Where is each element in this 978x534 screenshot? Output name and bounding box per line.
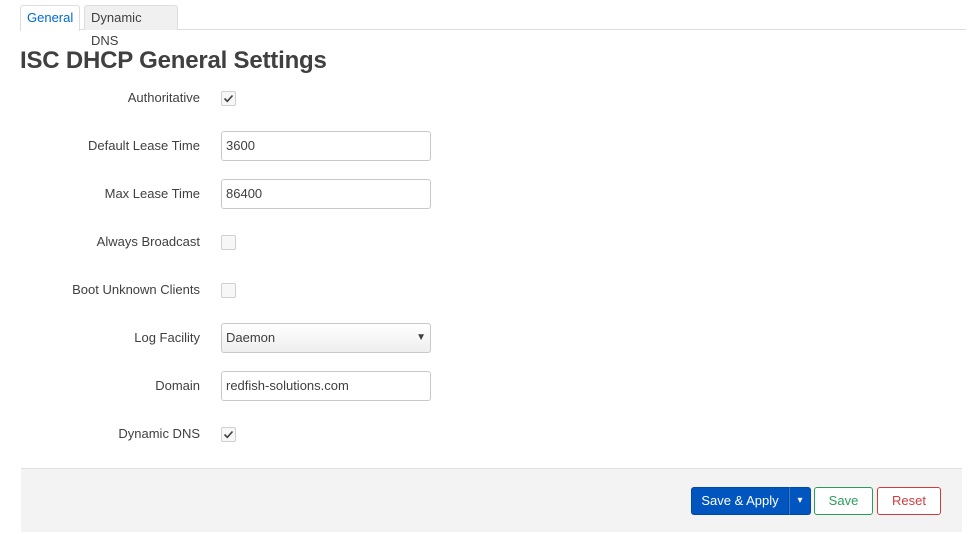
- max-lease-time-row: Max Lease Time 86400: [20, 179, 440, 209]
- checkmark-icon: [223, 430, 234, 439]
- boot-unknown-clients-row: Boot Unknown Clients: [20, 275, 440, 305]
- log-facility-label: Log Facility: [134, 330, 200, 345]
- domain-input[interactable]: redfish-solutions.com: [221, 371, 431, 401]
- always-broadcast-row: Always Broadcast: [20, 227, 440, 257]
- dynamic-dns-label: Dynamic DNS: [118, 426, 200, 441]
- log-facility-selected-value: Daemon: [226, 330, 276, 345]
- tab-bar: General Dynamic DNS: [20, 5, 966, 48]
- dynamic-dns-checkbox[interactable]: [221, 427, 236, 442]
- always-broadcast-checkbox[interactable]: [221, 235, 236, 250]
- domain-row: Domain redfish-solutions.com: [20, 371, 440, 401]
- page-title: ISC DHCP General Settings: [20, 47, 327, 74]
- default-lease-time-input[interactable]: 3600: [221, 131, 431, 161]
- always-broadcast-label: Always Broadcast: [96, 234, 200, 249]
- authoritative-row: Authoritative: [20, 83, 440, 113]
- save-button[interactable]: Save: [814, 487, 873, 515]
- tab-dynamic-dns[interactable]: Dynamic DNS: [84, 5, 178, 48]
- checkmark-icon: [223, 94, 234, 103]
- boot-unknown-clients-label: Boot Unknown Clients: [72, 282, 200, 297]
- max-lease-time-label: Max Lease Time: [104, 186, 200, 201]
- chevron-down-icon: ▾: [797, 495, 803, 506]
- default-lease-time-row: Default Lease Time 3600: [20, 131, 440, 161]
- save-apply-dropdown-toggle[interactable]: ▾: [789, 487, 811, 515]
- authoritative-checkbox[interactable]: [221, 91, 236, 106]
- save-and-apply-button[interactable]: Save & Apply: [691, 487, 789, 515]
- reset-button[interactable]: Reset: [877, 487, 941, 515]
- domain-label: Domain: [155, 378, 200, 393]
- authoritative-label: Authoritative: [127, 90, 200, 105]
- boot-unknown-clients-checkbox[interactable]: [221, 283, 236, 298]
- log-facility-row: Log Facility Daemon ▼: [20, 323, 440, 353]
- default-lease-time-label: Default Lease Time: [87, 138, 200, 153]
- log-facility-select[interactable]: Daemon ▼: [221, 323, 431, 353]
- dynamic-dns-row: Dynamic DNS: [20, 419, 440, 449]
- tab-general[interactable]: General: [20, 5, 80, 31]
- action-bar: Save & Apply ▾ Save Reset: [21, 468, 962, 532]
- dropdown-arrow-icon: ▼: [416, 332, 426, 343]
- max-lease-time-input[interactable]: 86400: [221, 179, 431, 209]
